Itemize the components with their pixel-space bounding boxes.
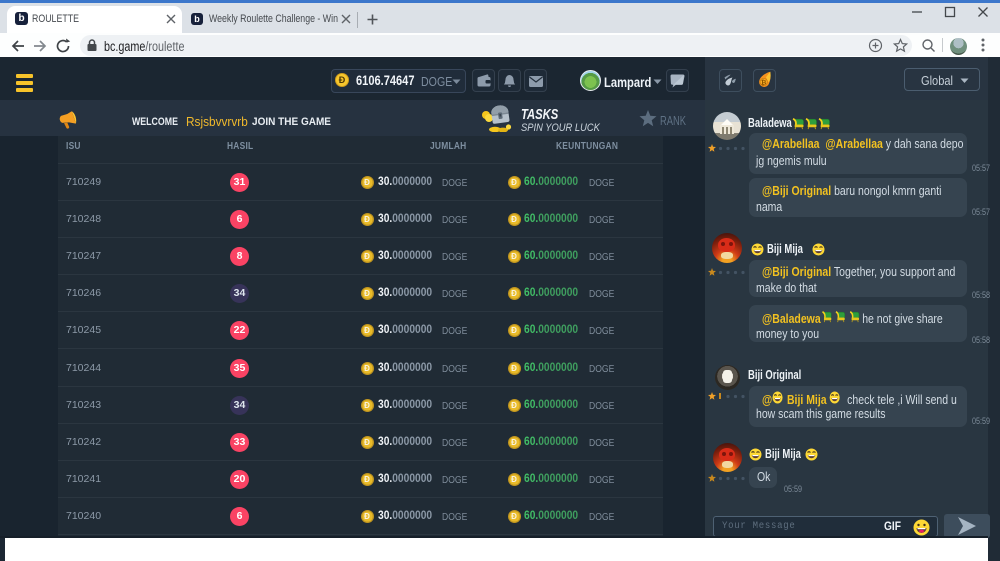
svg-text:₿: ₿: [761, 78, 766, 86]
